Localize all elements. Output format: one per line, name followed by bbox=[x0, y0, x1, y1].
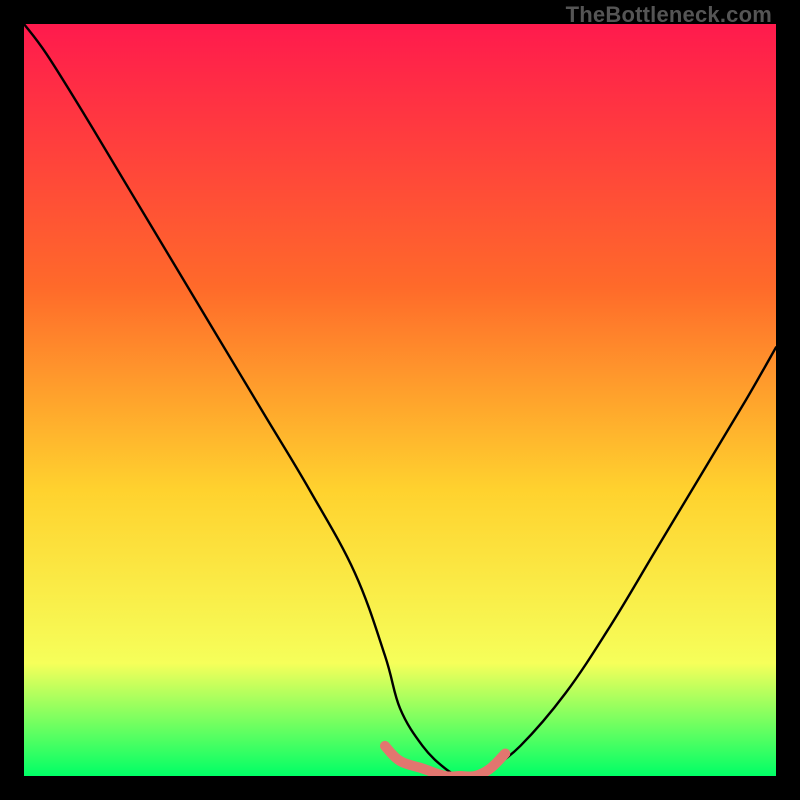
bottleneck-plot bbox=[24, 24, 776, 776]
watermark-text: TheBottleneck.com bbox=[566, 2, 772, 28]
chart-frame bbox=[24, 24, 776, 776]
gradient-background bbox=[24, 24, 776, 776]
